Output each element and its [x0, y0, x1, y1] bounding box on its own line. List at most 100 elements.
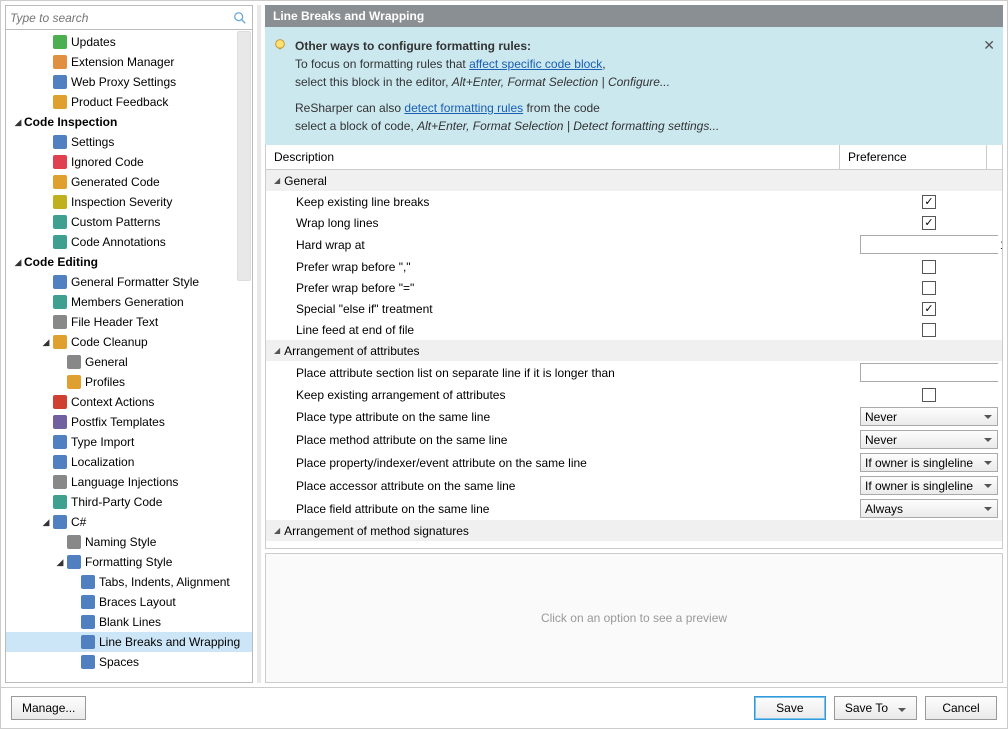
checkbox[interactable]	[922, 195, 936, 209]
close-icon[interactable]: ✕	[983, 35, 995, 56]
tree-item[interactable]: ▶Naming Style	[6, 532, 252, 552]
dropdown[interactable]: Always	[860, 499, 998, 518]
tree-item[interactable]: ▶Code Annotations	[6, 232, 252, 252]
option-row[interactable]: Place attribute section list on separate…	[266, 361, 1002, 384]
tree-item-label: General	[85, 355, 128, 369]
tree-item[interactable]: ▶Type Import	[6, 432, 252, 452]
dropdown[interactable]: If owner is singleline	[860, 453, 998, 472]
settings-tree[interactable]: ▶Updates▶Extension Manager▶Web Proxy Set…	[6, 30, 252, 682]
tree-item[interactable]: ▶General	[6, 352, 252, 372]
tree-item[interactable]: ▶Localization	[6, 452, 252, 472]
tree-item[interactable]: ▶Line Breaks and Wrapping	[6, 632, 252, 652]
tree-item[interactable]: ▶File Header Text	[6, 312, 252, 332]
tree-item[interactable]: ▶Profiles	[6, 372, 252, 392]
tree-item-label: Code Cleanup	[71, 335, 148, 349]
scrollbar-thumb[interactable]	[237, 31, 251, 281]
cleanup-icon	[52, 334, 68, 350]
tree-item[interactable]: ▶Language Injections	[6, 472, 252, 492]
tree-item[interactable]: ▶Postfix Templates	[6, 412, 252, 432]
tree-item[interactable]: ▶Generated Code	[6, 172, 252, 192]
option-row[interactable]: Keep existing line breaks	[266, 191, 1002, 212]
tree-item-label: Language Injections	[71, 475, 178, 489]
checkbox[interactable]	[922, 323, 936, 337]
save-button[interactable]: Save	[754, 696, 826, 720]
tree-item[interactable]: ▶Members Generation	[6, 292, 252, 312]
checkbox[interactable]	[922, 281, 936, 295]
tree-item[interactable]: ▶Settings	[6, 132, 252, 152]
checkbox[interactable]	[922, 388, 936, 402]
chevron-down-icon[interactable]: ◢	[12, 257, 24, 268]
option-row[interactable]: Special "else if" treatment	[266, 298, 1002, 319]
save-to-button[interactable]: Save To	[834, 696, 917, 720]
tree-item[interactable]: ▶Product Feedback	[6, 92, 252, 112]
checkbox[interactable]	[922, 216, 936, 230]
tree-item-label: Tabs, Indents, Alignment	[99, 575, 230, 589]
tree-item[interactable]: ▶Updates	[6, 32, 252, 52]
chevron-down-icon[interactable]: ◢	[40, 337, 52, 348]
tree-item-label: Context Actions	[71, 395, 154, 409]
search-input[interactable]	[10, 11, 232, 25]
option-row[interactable]: Place method attribute on the same lineN…	[266, 428, 1002, 451]
group-row[interactable]: Arrangement of attributes	[266, 340, 1002, 361]
link-detect-rules[interactable]: detect formatting rules	[404, 101, 523, 115]
tree-item[interactable]: ▶Tabs, Indents, Alignment	[6, 572, 252, 592]
tree-item[interactable]: ▶Ignored Code	[6, 152, 252, 172]
tree-item[interactable]: ▶Inspection Severity	[6, 192, 252, 212]
option-row[interactable]: Prefer wrap before "="	[266, 277, 1002, 298]
page-title: Line Breaks and Wrapping	[265, 5, 1003, 27]
option-row[interactable]: Wrap long lines	[266, 212, 1002, 233]
tree-item-label: Line Breaks and Wrapping	[99, 635, 240, 649]
tree-item-label: Blank Lines	[99, 615, 161, 629]
tree-item[interactable]: ▶Spaces	[6, 652, 252, 672]
tree-item[interactable]: ▶Custom Patterns	[6, 212, 252, 232]
tree-item-label: Extension Manager	[71, 55, 174, 69]
number-field[interactable]	[861, 236, 1002, 253]
option-row[interactable]: Place property/indexer/event attribute o…	[266, 451, 1002, 474]
cancel-button[interactable]: Cancel	[925, 696, 997, 720]
number-input[interactable]: ▲▼	[860, 235, 998, 254]
dropdown[interactable]: Never	[860, 407, 998, 426]
tree-item-label: File Header Text	[71, 315, 158, 329]
chevron-down-icon[interactable]: ◢	[54, 557, 66, 568]
tree-item[interactable]: ▶Context Actions	[6, 392, 252, 412]
tree-item[interactable]: ◢Formatting Style	[6, 552, 252, 572]
checkbox[interactable]	[922, 302, 936, 316]
manage-button[interactable]: Manage...	[11, 696, 86, 720]
option-row[interactable]: Keep existing arrangement of attributes	[266, 384, 1002, 405]
tree-item[interactable]: ◢Code Editing	[6, 252, 252, 272]
number-input[interactable]: ▲▼	[860, 363, 998, 382]
option-row[interactable]: Hard wrap at▲▼	[266, 233, 1002, 256]
tree-item[interactable]: ▶Braces Layout	[6, 592, 252, 612]
dropdown[interactable]: If owner is singleline	[860, 476, 998, 495]
tree-item[interactable]: ▶Third-Party Code	[6, 492, 252, 512]
chevron-down-icon[interactable]: ◢	[12, 117, 24, 128]
tree-item-label: Settings	[71, 135, 114, 149]
option-row[interactable]: Line feed at end of file	[266, 319, 1002, 340]
option-row[interactable]: Place accessor attribute on the same lin…	[266, 474, 1002, 497]
search-icon[interactable]	[232, 10, 248, 26]
proxy-icon	[52, 74, 68, 90]
option-row[interactable]: Prefer wrap before ","	[266, 256, 1002, 277]
group-row[interactable]: General	[266, 170, 1002, 191]
tree-item[interactable]: ▶Blank Lines	[6, 612, 252, 632]
splitter[interactable]	[257, 5, 261, 683]
tree-item[interactable]: ◢Code Inspection	[6, 112, 252, 132]
option-row[interactable]: Place field attribute on the same lineAl…	[266, 497, 1002, 520]
tree-item[interactable]: ▶Web Proxy Settings	[6, 72, 252, 92]
tree-item[interactable]: ◢ Code Cleanup	[6, 332, 252, 352]
tree-item[interactable]: ▶Extension Manager	[6, 52, 252, 72]
tree-item[interactable]: ◢C#	[6, 512, 252, 532]
tree-item[interactable]: ▶General Formatter Style	[6, 272, 252, 292]
option-row[interactable]: Place type attribute on the same lineNev…	[266, 405, 1002, 428]
group-row[interactable]: Arrangement of method signatures	[266, 520, 1002, 541]
dropdown[interactable]: Never	[860, 430, 998, 449]
number-field[interactable]	[861, 364, 1002, 381]
column-description[interactable]: Description	[266, 145, 840, 169]
checkbox[interactable]	[922, 260, 936, 274]
generated-icon	[52, 174, 68, 190]
grid-body[interactable]: GeneralKeep existing line breaksWrap lon…	[266, 170, 1002, 548]
chevron-down-icon[interactable]: ◢	[40, 517, 52, 528]
column-preference[interactable]: Preference	[840, 145, 986, 169]
formatting-icon	[66, 554, 82, 570]
link-affect-block[interactable]: affect specific code block	[469, 57, 602, 71]
